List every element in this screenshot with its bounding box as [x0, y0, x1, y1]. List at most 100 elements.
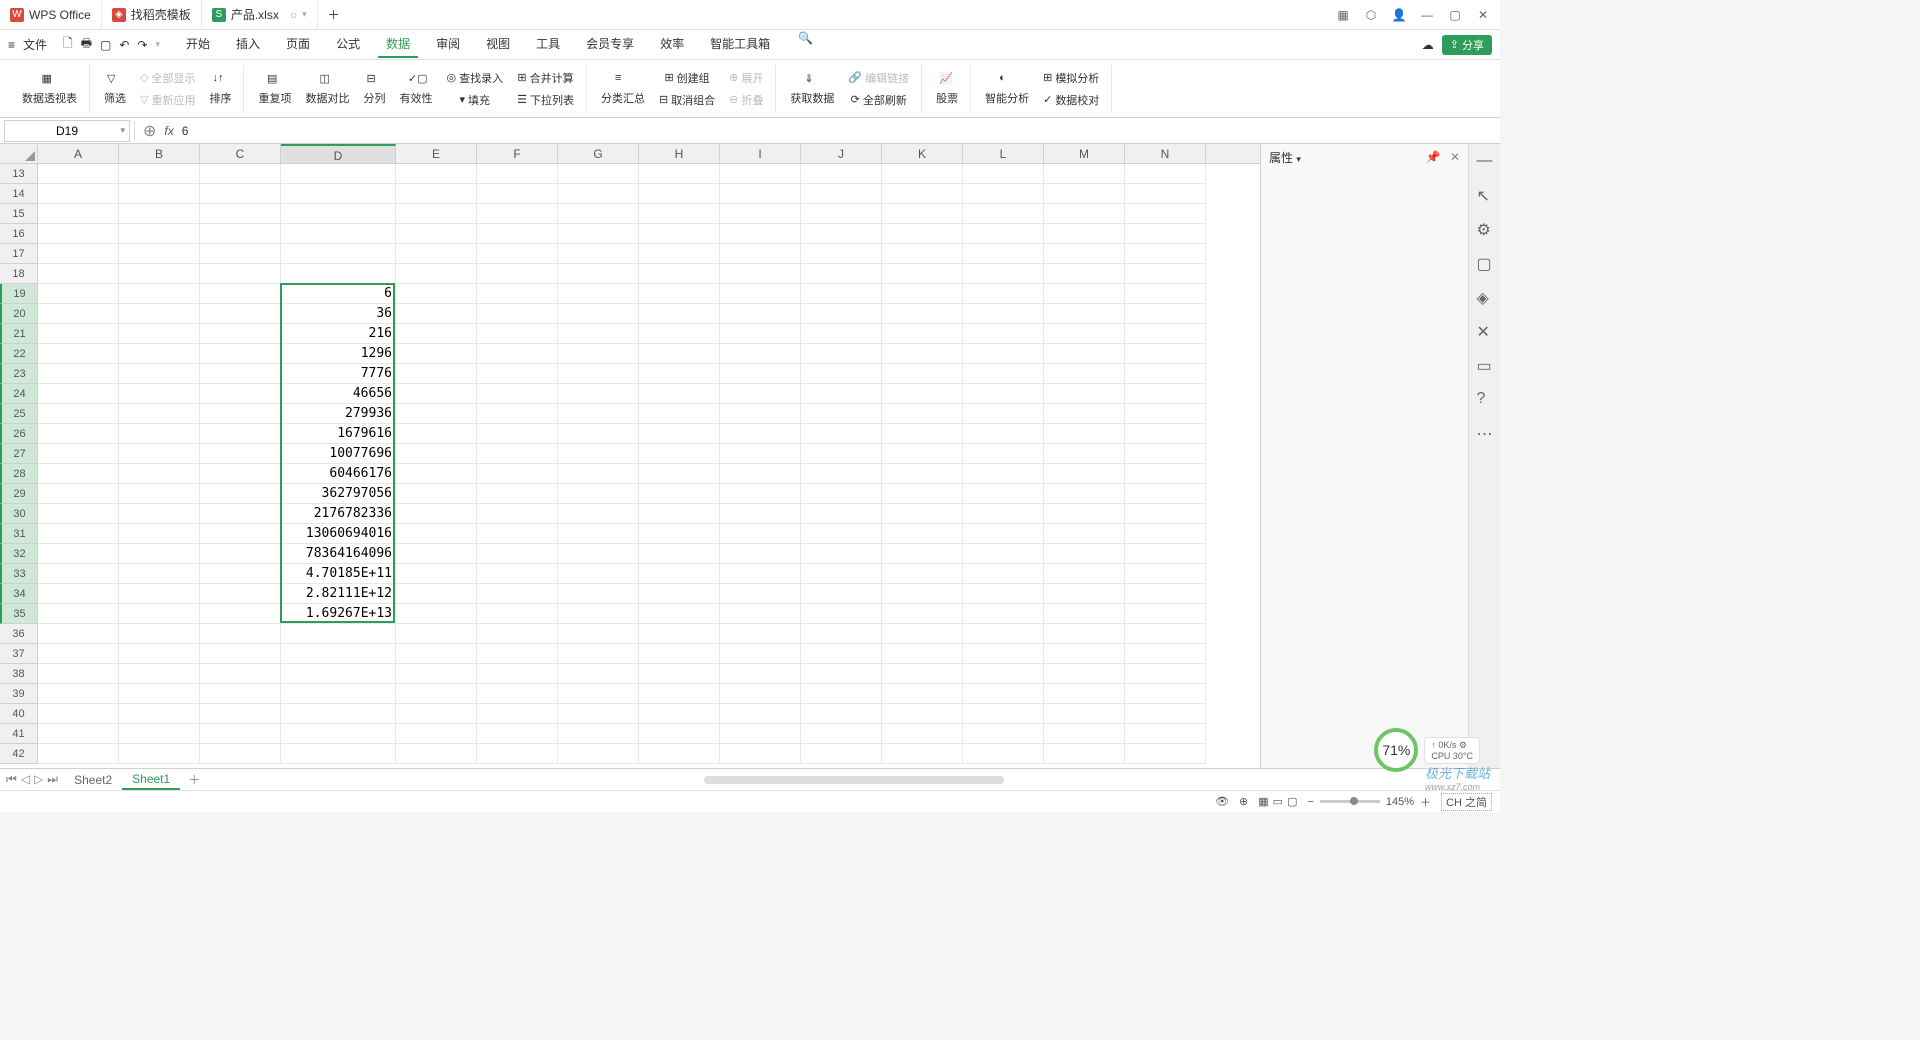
- cell[interactable]: [720, 724, 801, 744]
- cell[interactable]: [396, 364, 477, 384]
- cell[interactable]: [396, 324, 477, 344]
- cell[interactable]: [801, 624, 882, 644]
- row-header[interactable]: 26: [0, 424, 38, 444]
- cell[interactable]: [720, 604, 801, 624]
- cell[interactable]: [882, 724, 963, 744]
- cell[interactable]: [396, 644, 477, 664]
- expand-button[interactable]: ⊕展开: [725, 68, 767, 88]
- cell[interactable]: [119, 224, 200, 244]
- cell[interactable]: [720, 364, 801, 384]
- cell[interactable]: [200, 744, 281, 764]
- cell[interactable]: [639, 404, 720, 424]
- cell[interactable]: [639, 344, 720, 364]
- cell[interactable]: [1125, 344, 1206, 364]
- reapply-button[interactable]: ▽重新应用: [136, 90, 199, 110]
- cell[interactable]: [639, 624, 720, 644]
- cell[interactable]: [639, 324, 720, 344]
- cell[interactable]: [200, 164, 281, 184]
- cell[interactable]: [558, 324, 639, 344]
- cell[interactable]: [963, 444, 1044, 464]
- cell[interactable]: [963, 204, 1044, 224]
- cell[interactable]: [477, 584, 558, 604]
- cell[interactable]: [963, 184, 1044, 204]
- cell[interactable]: [558, 584, 639, 604]
- cell[interactable]: [720, 484, 801, 504]
- cell[interactable]: [396, 264, 477, 284]
- cell[interactable]: [963, 584, 1044, 604]
- cell[interactable]: [963, 364, 1044, 384]
- row-header[interactable]: 32: [0, 544, 38, 564]
- cell[interactable]: [963, 504, 1044, 524]
- cell[interactable]: [1044, 244, 1125, 264]
- cell[interactable]: [963, 464, 1044, 484]
- cell[interactable]: [38, 544, 119, 564]
- cell[interactable]: [200, 604, 281, 624]
- cell[interactable]: [1125, 584, 1206, 604]
- cell[interactable]: [477, 744, 558, 764]
- cell[interactable]: [281, 624, 396, 644]
- device-icon[interactable]: ▭: [1477, 356, 1493, 372]
- cell[interactable]: [477, 184, 558, 204]
- cell[interactable]: [801, 684, 882, 704]
- cell[interactable]: [396, 604, 477, 624]
- cell[interactable]: [882, 544, 963, 564]
- page-view-icon[interactable]: ▭: [1273, 795, 1283, 808]
- cell[interactable]: [119, 704, 200, 724]
- cell[interactable]: [38, 564, 119, 584]
- cell[interactable]: [963, 704, 1044, 724]
- cell[interactable]: [396, 224, 477, 244]
- cell[interactable]: [1125, 444, 1206, 464]
- cell[interactable]: [882, 224, 963, 244]
- cell[interactable]: [639, 644, 720, 664]
- cell[interactable]: [1044, 524, 1125, 544]
- menu-icon[interactable]: ≡: [8, 38, 15, 52]
- fx-icon[interactable]: fx: [164, 124, 173, 138]
- cell[interactable]: [1125, 524, 1206, 544]
- cell[interactable]: [477, 324, 558, 344]
- cell[interactable]: [38, 624, 119, 644]
- cell[interactable]: [477, 724, 558, 744]
- cell[interactable]: [200, 204, 281, 224]
- cell[interactable]: [396, 524, 477, 544]
- row-header[interactable]: 18: [0, 264, 38, 284]
- cell[interactable]: [119, 464, 200, 484]
- cell[interactable]: [801, 584, 882, 604]
- horizontal-scrollbar[interactable]: [208, 776, 1500, 784]
- cell[interactable]: 10077696: [281, 444, 396, 464]
- cell[interactable]: [801, 604, 882, 624]
- cell[interactable]: [882, 524, 963, 544]
- cell[interactable]: [558, 724, 639, 744]
- cell[interactable]: [558, 404, 639, 424]
- cell[interactable]: [119, 724, 200, 744]
- cell[interactable]: [1125, 264, 1206, 284]
- cell[interactable]: [801, 424, 882, 444]
- new-tab-button[interactable]: ＋: [318, 1, 350, 29]
- cell[interactable]: [281, 224, 396, 244]
- zoom-level[interactable]: 145%: [1386, 796, 1414, 808]
- cell[interactable]: [1125, 604, 1206, 624]
- cell[interactable]: [38, 644, 119, 664]
- cell[interactable]: [477, 164, 558, 184]
- cell[interactable]: [281, 184, 396, 204]
- sheet-tab-sheet2[interactable]: Sheet2: [64, 771, 122, 789]
- cell[interactable]: 6: [281, 284, 396, 304]
- cell[interactable]: [477, 544, 558, 564]
- cell[interactable]: [801, 524, 882, 544]
- cell[interactable]: [801, 244, 882, 264]
- file-menu[interactable]: 文件: [23, 36, 47, 53]
- cell[interactable]: [1125, 684, 1206, 704]
- cell[interactable]: [1125, 404, 1206, 424]
- cell[interactable]: [119, 284, 200, 304]
- cell[interactable]: [1044, 504, 1125, 524]
- cell[interactable]: [720, 644, 801, 664]
- cell[interactable]: [720, 284, 801, 304]
- cell[interactable]: [477, 624, 558, 644]
- cell[interactable]: [882, 244, 963, 264]
- cell[interactable]: [281, 664, 396, 684]
- row-header[interactable]: 33: [0, 564, 38, 584]
- cell[interactable]: [38, 664, 119, 684]
- row-header[interactable]: 21: [0, 324, 38, 344]
- cell[interactable]: [119, 664, 200, 684]
- chevron-down-icon[interactable]: ▾: [1296, 154, 1301, 164]
- cell[interactable]: [963, 604, 1044, 624]
